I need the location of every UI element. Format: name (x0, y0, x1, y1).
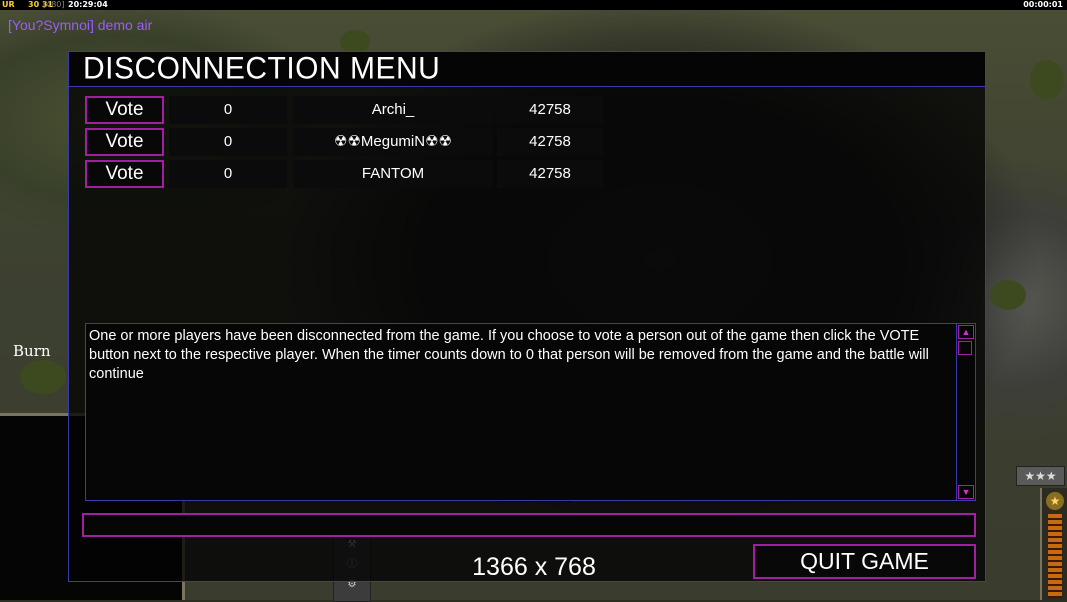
ur-indicator: UR (2, 0, 15, 9)
tree (990, 280, 1026, 310)
command-points-bar (1048, 514, 1062, 598)
quit-game-button[interactable]: QUIT GAME (753, 544, 976, 579)
star-icon: ★ (1046, 492, 1064, 510)
game-timer: 00:00:01 (1023, 0, 1063, 9)
vote-button[interactable]: Vote (85, 96, 164, 124)
scroll-up-arrow-icon[interactable]: ▲ (958, 325, 974, 339)
disconnection-dialog: DISCONNECTION MENU Vote 0 Archi_ 42758 V… (68, 51, 986, 582)
resolution-label: 1366 x 768 (472, 553, 596, 581)
vote-button[interactable]: Vote (85, 128, 164, 156)
tree (20, 360, 66, 394)
message-text: One or more players have been disconnect… (89, 328, 929, 382)
clock: 20:29:04 (68, 0, 108, 9)
vote-count: 0 (169, 96, 287, 124)
tree (1030, 60, 1064, 100)
scroll-down-arrow-icon[interactable]: ▼ (958, 485, 974, 499)
player-ping: 42758 (497, 96, 603, 124)
mid-indicator: [480] (43, 0, 65, 9)
vote-button[interactable]: Vote (85, 160, 164, 188)
message-scrollbar[interactable]: ▲ ▼ (956, 324, 975, 500)
dialog-title: DISCONNECTION MENU (83, 51, 441, 86)
side-panel: ★ (1040, 488, 1067, 600)
rank-badge: ★★★ (1016, 466, 1065, 486)
player-name: FANTOM (293, 160, 493, 188)
vote-count: 0 (169, 128, 287, 156)
vote-count: 0 (169, 160, 287, 188)
player-name: ☢☢MegumiN☢☢ (293, 128, 493, 156)
dialog-title-bar: DISCONNECTION MENU (69, 51, 985, 87)
top-status-bar: UR 30 31 [480] 20:29:04 00:00:01 (0, 0, 1067, 10)
chat-input[interactable] (82, 513, 976, 537)
chat-message: [You?Symnoi] demo air (8, 17, 153, 33)
message-box: One or more players have been disconnect… (85, 323, 976, 501)
player-name: Archi_ (293, 96, 493, 124)
player-ping: 42758 (497, 160, 603, 188)
player-ping: 42758 (497, 128, 603, 156)
scroll-thumb[interactable] (958, 341, 972, 355)
burn-status-text: Burn (13, 342, 51, 360)
